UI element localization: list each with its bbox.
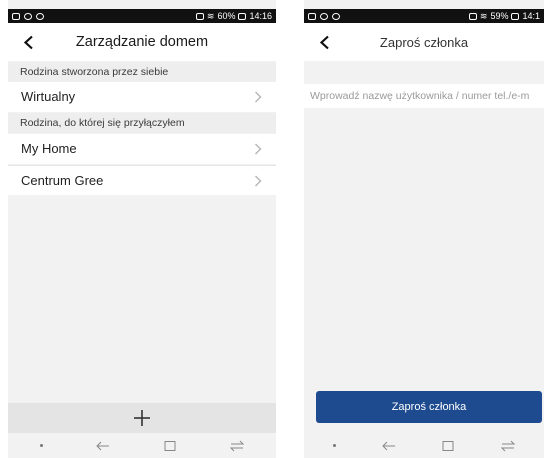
message-icon [308,12,316,20]
invite-member-button[interactable]: Zaproś członka [316,391,542,423]
sync-icon [332,12,340,20]
family-row-centrum-gree[interactable]: Centrum Gree [8,165,276,195]
system-nav-bar [8,433,276,458]
member-search-row [304,84,544,108]
chevron-right-icon [255,175,262,187]
battery-icon [238,12,247,20]
family-row-wirtualny[interactable]: Wirtualny [8,82,276,112]
section-header-joined-family: Rodzina, do której się przyłączyłem [8,113,276,133]
notification-icon [24,12,32,20]
left-screen: ≋ 60% 14:16 Zarządzanie domem Rodzina st… [8,0,276,458]
signal-icon: ≋ [206,10,215,21]
system-nav-bar [304,433,544,458]
family-label: My Home [21,141,77,156]
status-bar: ≋ 60% 14:16 [8,9,276,23]
nav-home-icon[interactable] [163,440,177,452]
back-button[interactable] [314,31,334,53]
status-bar: ≋ 59% 14:1 [304,9,544,23]
right-screen: ≋ 59% 14:1 Zaproś członka Zaproś członka [304,0,544,458]
sync-icon [36,12,44,20]
nav-dot-icon [40,444,44,447]
clock: 14:16 [249,11,272,21]
nav-recents-icon[interactable] [501,440,516,452]
chevron-right-icon [255,91,262,103]
member-search-input[interactable] [308,89,544,103]
plus-icon[interactable] [132,408,152,428]
header: Zaproś członka [304,23,544,61]
clock: 14:1 [522,11,540,21]
section-header-own-family: Rodzina stworzona przez siebie [8,62,276,82]
battery-percent: 59% [490,11,509,21]
family-label: Centrum Gree [21,173,104,188]
alarm-icon [468,12,477,20]
back-arrow-icon [319,35,329,49]
back-button[interactable] [18,31,38,53]
page-title: Zaproś członka [379,34,469,50]
family-row-my-home[interactable]: My Home [8,134,276,164]
chevron-right-icon [255,143,262,155]
bottom-toolbar [8,403,276,433]
back-arrow-icon [23,35,33,49]
alarm-icon [195,12,204,20]
signal-icon: ≋ [479,10,488,21]
battery-percent: 60% [217,11,236,21]
nav-back-icon[interactable] [381,440,396,452]
battery-icon [511,12,520,20]
notification-icon [320,12,328,20]
nav-recents-icon[interactable] [229,440,244,452]
message-icon [12,12,20,20]
page-title: Zarządzanie domem [75,34,209,50]
header: Zarządzanie domem [8,23,276,61]
nav-home-icon[interactable] [441,440,455,452]
family-label: Wirtualny [21,89,76,104]
nav-back-icon[interactable] [96,440,110,452]
nav-dot-icon [332,444,336,447]
